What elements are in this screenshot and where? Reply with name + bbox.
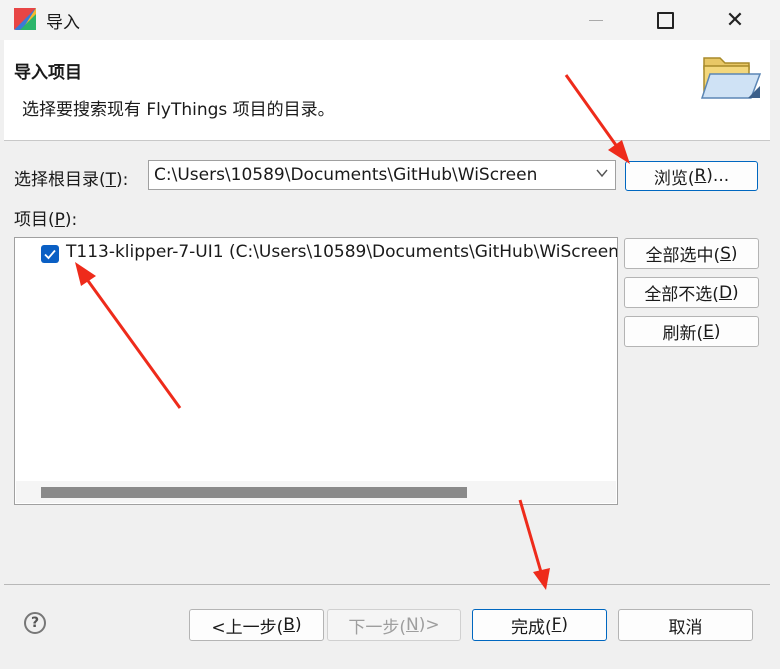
chevron-down-icon: [596, 169, 608, 178]
arrow-to-finish: [518, 499, 550, 590]
window-title: 导入: [46, 13, 80, 33]
maximize-button[interactable]: [642, 0, 688, 40]
close-button[interactable]: ✕: [712, 0, 758, 40]
refresh-button[interactable]: 刷新(E): [624, 316, 759, 347]
help-icon[interactable]: ?: [24, 612, 46, 634]
next-button[interactable]: 下一步(N)>: [327, 609, 461, 641]
page-description: 选择要搜索现有 FlyThings 项目的目录。: [22, 100, 335, 120]
back-button[interactable]: <上一步(B): [189, 609, 324, 641]
header-divider: [4, 140, 770, 141]
root-dir-value: C:\Users\10589\Documents\GitHub\WiScreen: [154, 165, 538, 185]
minimize-icon: [589, 19, 603, 21]
root-dir-combo[interactable]: C:\Users\10589\Documents\GitHub\WiScreen: [148, 160, 616, 190]
finish-button[interactable]: 完成(F): [472, 609, 607, 641]
page-title: 导入项目: [14, 63, 82, 83]
browse-button[interactable]: 浏览(R)...: [625, 161, 758, 191]
footer-divider: [4, 584, 770, 585]
minimize-button[interactable]: [573, 0, 619, 40]
scrollbar-thumb[interactable]: [41, 487, 467, 498]
maximize-icon: [656, 11, 674, 29]
projects-list[interactable]: T113-klipper-7-UI1 (C:\Users\10589\Docum…: [14, 237, 618, 505]
list-item[interactable]: T113-klipper-7-UI1 (C:\Users\10589\Docum…: [66, 242, 617, 262]
close-icon: ✕: [725, 7, 745, 33]
app-logo-icon: [14, 8, 36, 30]
wizard-header: [4, 40, 770, 140]
cancel-button[interactable]: 取消: [618, 609, 753, 641]
deselect-all-button[interactable]: 全部不选(D): [624, 277, 759, 308]
project-checkbox[interactable]: [41, 245, 59, 263]
select-all-button[interactable]: 全部选中(S): [624, 238, 759, 269]
open-folder-icon: [700, 57, 762, 99]
checkmark-icon: [44, 249, 56, 260]
root-dir-label: 选择根目录(T):: [14, 170, 129, 190]
projects-label: 项目(P):: [14, 210, 78, 230]
